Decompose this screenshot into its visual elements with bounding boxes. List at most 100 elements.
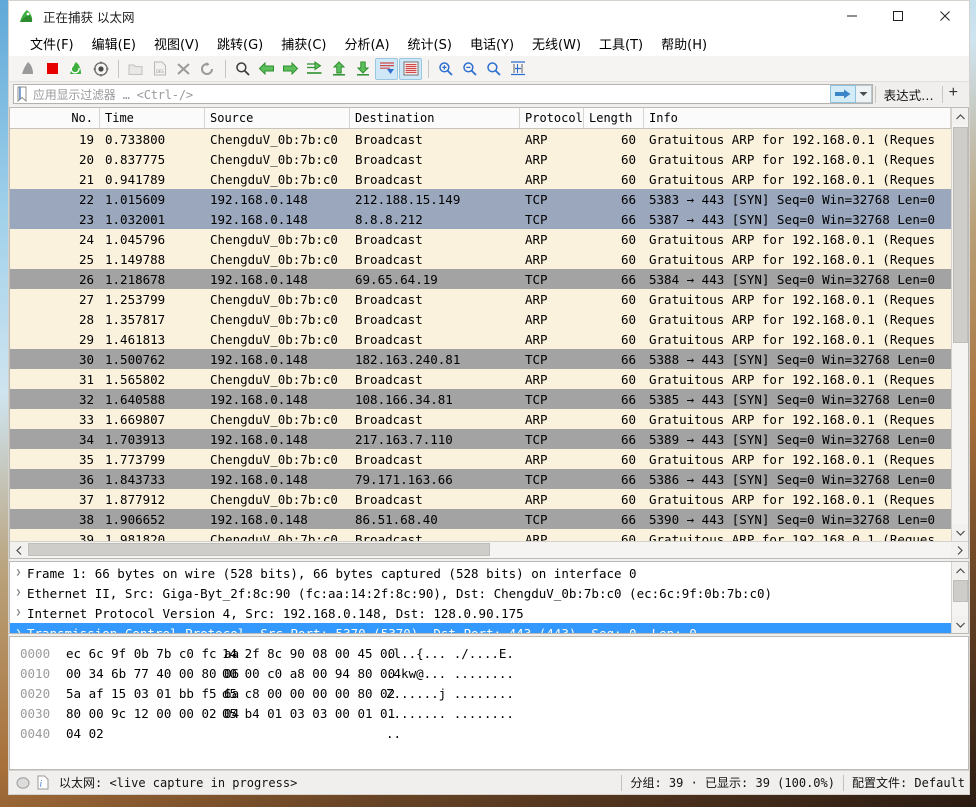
chevron-right-icon[interactable]: ❯ — [10, 588, 27, 598]
scroll-right-icon[interactable] — [951, 542, 968, 559]
menu-wireless[interactable]: 无线(W) — [523, 32, 590, 55]
bookmark-icon[interactable] — [15, 85, 29, 103]
table-row[interactable]: 26 1.218678 192.168.0.148 69.65.64.19 TCP 66 5… — [10, 269, 951, 289]
table-row[interactable]: 21 0.941789 ChengduV_0b:7b:c0 Broadcast ARP 6… — [10, 169, 951, 189]
stop-capture-icon[interactable] — [41, 58, 64, 80]
vertical-scroll-thumb[interactable] — [952, 580, 968, 602]
scroll-left-icon[interactable] — [10, 542, 27, 559]
table-row[interactable]: 28 1.357817 ChengduV_0b:7b:c0 Broadcast ARP 6… — [10, 309, 951, 329]
horizontal-scroll-thumb[interactable] — [28, 542, 490, 556]
horizontal-scroll-track[interactable] — [27, 541, 951, 558]
menu-go[interactable]: 跳转(G) — [208, 32, 272, 55]
table-row[interactable]: 31 1.565802 ChengduV_0b:7b:c0 Broadcast ARP 6… — [10, 369, 951, 389]
filter-input[interactable]: 应用显示过滤器 … <Ctrl-/> — [33, 86, 193, 103]
table-row[interactable]: 20 0.837775 ChengduV_0b:7b:c0 Broadcast ARP 6… — [10, 149, 951, 169]
table-row[interactable]: 22 1.015609 192.168.0.148 212.188.15.149 TCP… — [10, 189, 951, 209]
hexdump-row[interactable]: 0010 00 34 6b 77 40 00 80 06 00 00 c0 a8 0… — [14, 663, 968, 683]
go-last-packet-icon[interactable] — [351, 58, 374, 80]
menu-view[interactable]: 视图(V) — [145, 32, 208, 55]
capture-options-icon[interactable] — [89, 58, 112, 80]
column-info[interactable]: Info — [644, 108, 951, 128]
scroll-up-icon[interactable] — [952, 562, 969, 579]
table-row[interactable]: 37 1.877912 ChengduV_0b:7b:c0 Broadcast ARP 6… — [10, 489, 951, 509]
table-row[interactable]: 34 1.703913 192.168.0.148 217.163.7.110 TCP 6… — [10, 429, 951, 449]
resize-columns-icon[interactable] — [506, 58, 529, 80]
detail-tree-item[interactable]: ❯ Frame 1: 66 bytes on wire (528 bits), 6… — [10, 563, 951, 583]
hexdump-row[interactable]: 0000 ec 6c 9f 0b 7b c0 fc aa 14 2f 8c 90 0… — [14, 643, 968, 663]
apply-filter-button[interactable] — [829, 85, 856, 103]
table-row[interactable]: 32 1.640588 192.168.0.148 108.166.34.81 TCP 6… — [10, 389, 951, 409]
column-source[interactable]: Source — [205, 108, 350, 128]
go-forward-icon[interactable] — [279, 58, 302, 80]
column-no[interactable]: No. — [10, 108, 100, 128]
vertical-scroll-track[interactable] — [951, 125, 968, 524]
reload-file-icon[interactable] — [196, 58, 219, 80]
hexdump-row[interactable]: 0020 5a af 15 03 01 bb f5 6a d5 c8 00 00 0… — [14, 683, 968, 703]
cell-len: 60 — [620, 411, 636, 427]
table-row[interactable]: 24 1.045796 ChengduV_0b:7b:c0 Broadcast ARP 6… — [10, 229, 951, 249]
scroll-down-icon[interactable] — [952, 524, 969, 541]
minimize-button[interactable] — [829, 1, 875, 31]
menu-statistics[interactable]: 统计(S) — [399, 32, 461, 55]
vertical-scroll-thumb[interactable] — [952, 127, 968, 343]
hexdump-row[interactable]: 0030 80 00 9c 12 00 00 02 04 05 b4 01 03 0… — [14, 703, 968, 723]
add-filter-button[interactable]: + — [945, 84, 965, 104]
open-file-icon[interactable] — [124, 58, 147, 80]
table-row[interactable]: 38 1.906652 192.168.0.148 86.51.68.40 TCP 66 5… — [10, 509, 951, 529]
table-row[interactable]: 36 1.843733 192.168.0.148 79.171.163.66 TCP 6… — [10, 469, 951, 489]
filter-input-container[interactable]: 应用显示过滤器 … <Ctrl-/> — [13, 84, 873, 104]
menu-tools[interactable]: 工具(T) — [590, 32, 652, 55]
close-file-icon[interactable] — [172, 58, 195, 80]
save-file-icon[interactable]: DES — [148, 58, 171, 80]
zoom-reset-icon[interactable] — [482, 58, 505, 80]
expert-info-icon[interactable] — [13, 776, 33, 790]
table-row[interactable]: 25 1.149788 ChengduV_0b:7b:c0 Broadcast ARP 6… — [10, 249, 951, 269]
colorize-packets-icon[interactable] — [399, 57, 422, 80]
maximize-button[interactable] — [875, 1, 921, 31]
menu-capture[interactable]: 捕获(C) — [272, 32, 335, 55]
menu-help[interactable]: 帮助(H) — [652, 32, 716, 55]
table-row[interactable]: 19 0.733800 ChengduV_0b:7b:c0 Broadcast ARP 6… — [10, 129, 951, 149]
go-first-packet-icon[interactable] — [327, 58, 350, 80]
chevron-right-icon[interactable]: ❯ — [10, 628, 27, 633]
column-protocol[interactable]: Protocol — [520, 108, 584, 128]
detail-tree-item[interactable]: ❯ Ethernet II, Src: Giga-Byt_2f:8c:90 (fc… — [10, 583, 951, 603]
packet-list-horizontal-scrollbar[interactable] — [10, 541, 968, 558]
table-row[interactable]: 29 1.461813 ChengduV_0b:7b:c0 Broadcast ARP 6… — [10, 329, 951, 349]
menu-analyze[interactable]: 分析(A) — [335, 32, 398, 55]
vertical-scroll-track[interactable] — [951, 579, 968, 616]
table-row[interactable]: 35 1.773799 ChengduV_0b:7b:c0 Broadcast ARP 6… — [10, 449, 951, 469]
column-length[interactable]: Length — [584, 108, 644, 128]
menu-file[interactable]: 文件(F) — [21, 32, 83, 55]
go-back-icon[interactable] — [255, 58, 278, 80]
chevron-right-icon[interactable]: ❯ — [10, 608, 27, 618]
table-row[interactable]: 39 1.981820 ChengduV_0b:7b:c0 Broadcast ARP 6… — [10, 529, 951, 541]
hexdump-row[interactable]: 0040 04 02.. — [14, 723, 968, 743]
chevron-right-icon[interactable]: ❯ — [10, 568, 27, 578]
table-row[interactable]: 33 1.669807 ChengduV_0b:7b:c0 Broadcast ARP 6… — [10, 409, 951, 429]
filter-dropdown-button[interactable] — [855, 85, 872, 103]
table-row[interactable]: 27 1.253799 ChengduV_0b:7b:c0 Broadcast ARP 6… — [10, 289, 951, 309]
scroll-down-icon[interactable] — [952, 616, 969, 633]
start-capture-icon[interactable] — [17, 58, 40, 80]
zoom-out-icon[interactable] — [458, 58, 481, 80]
detail-tree-item[interactable]: ❯ Transmission Control Protocol, Src Port… — [10, 623, 951, 633]
column-destination[interactable]: Destination — [350, 108, 520, 128]
table-row[interactable]: 30 1.500762 192.168.0.148 182.163.240.81 TCP… — [10, 349, 951, 369]
column-time[interactable]: Time — [100, 108, 205, 128]
table-row[interactable]: 23 1.032001 192.168.0.148 8.8.8.212 TCP 66 538… — [10, 209, 951, 229]
scroll-up-icon[interactable] — [952, 108, 969, 125]
filter-expression-button[interactable]: 表达式… — [878, 85, 940, 104]
capture-file-properties-icon[interactable]: i — [33, 775, 53, 790]
detail-tree-item[interactable]: ❯ Internet Protocol Version 4, Src: 192.1… — [10, 603, 951, 623]
zoom-in-icon[interactable] — [434, 58, 457, 80]
close-button[interactable] — [921, 1, 969, 31]
menu-telephony[interactable]: 电话(Y) — [461, 32, 523, 55]
restart-capture-icon[interactable] — [65, 58, 88, 80]
go-to-packet-icon[interactable] — [303, 58, 326, 80]
packet-list-vertical-scrollbar[interactable] — [951, 108, 968, 541]
auto-scroll-icon[interactable] — [375, 57, 398, 80]
packet-detail-vertical-scrollbar[interactable] — [951, 562, 968, 633]
menu-edit[interactable]: 编辑(E) — [83, 32, 145, 55]
find-packet-icon[interactable] — [231, 58, 254, 80]
